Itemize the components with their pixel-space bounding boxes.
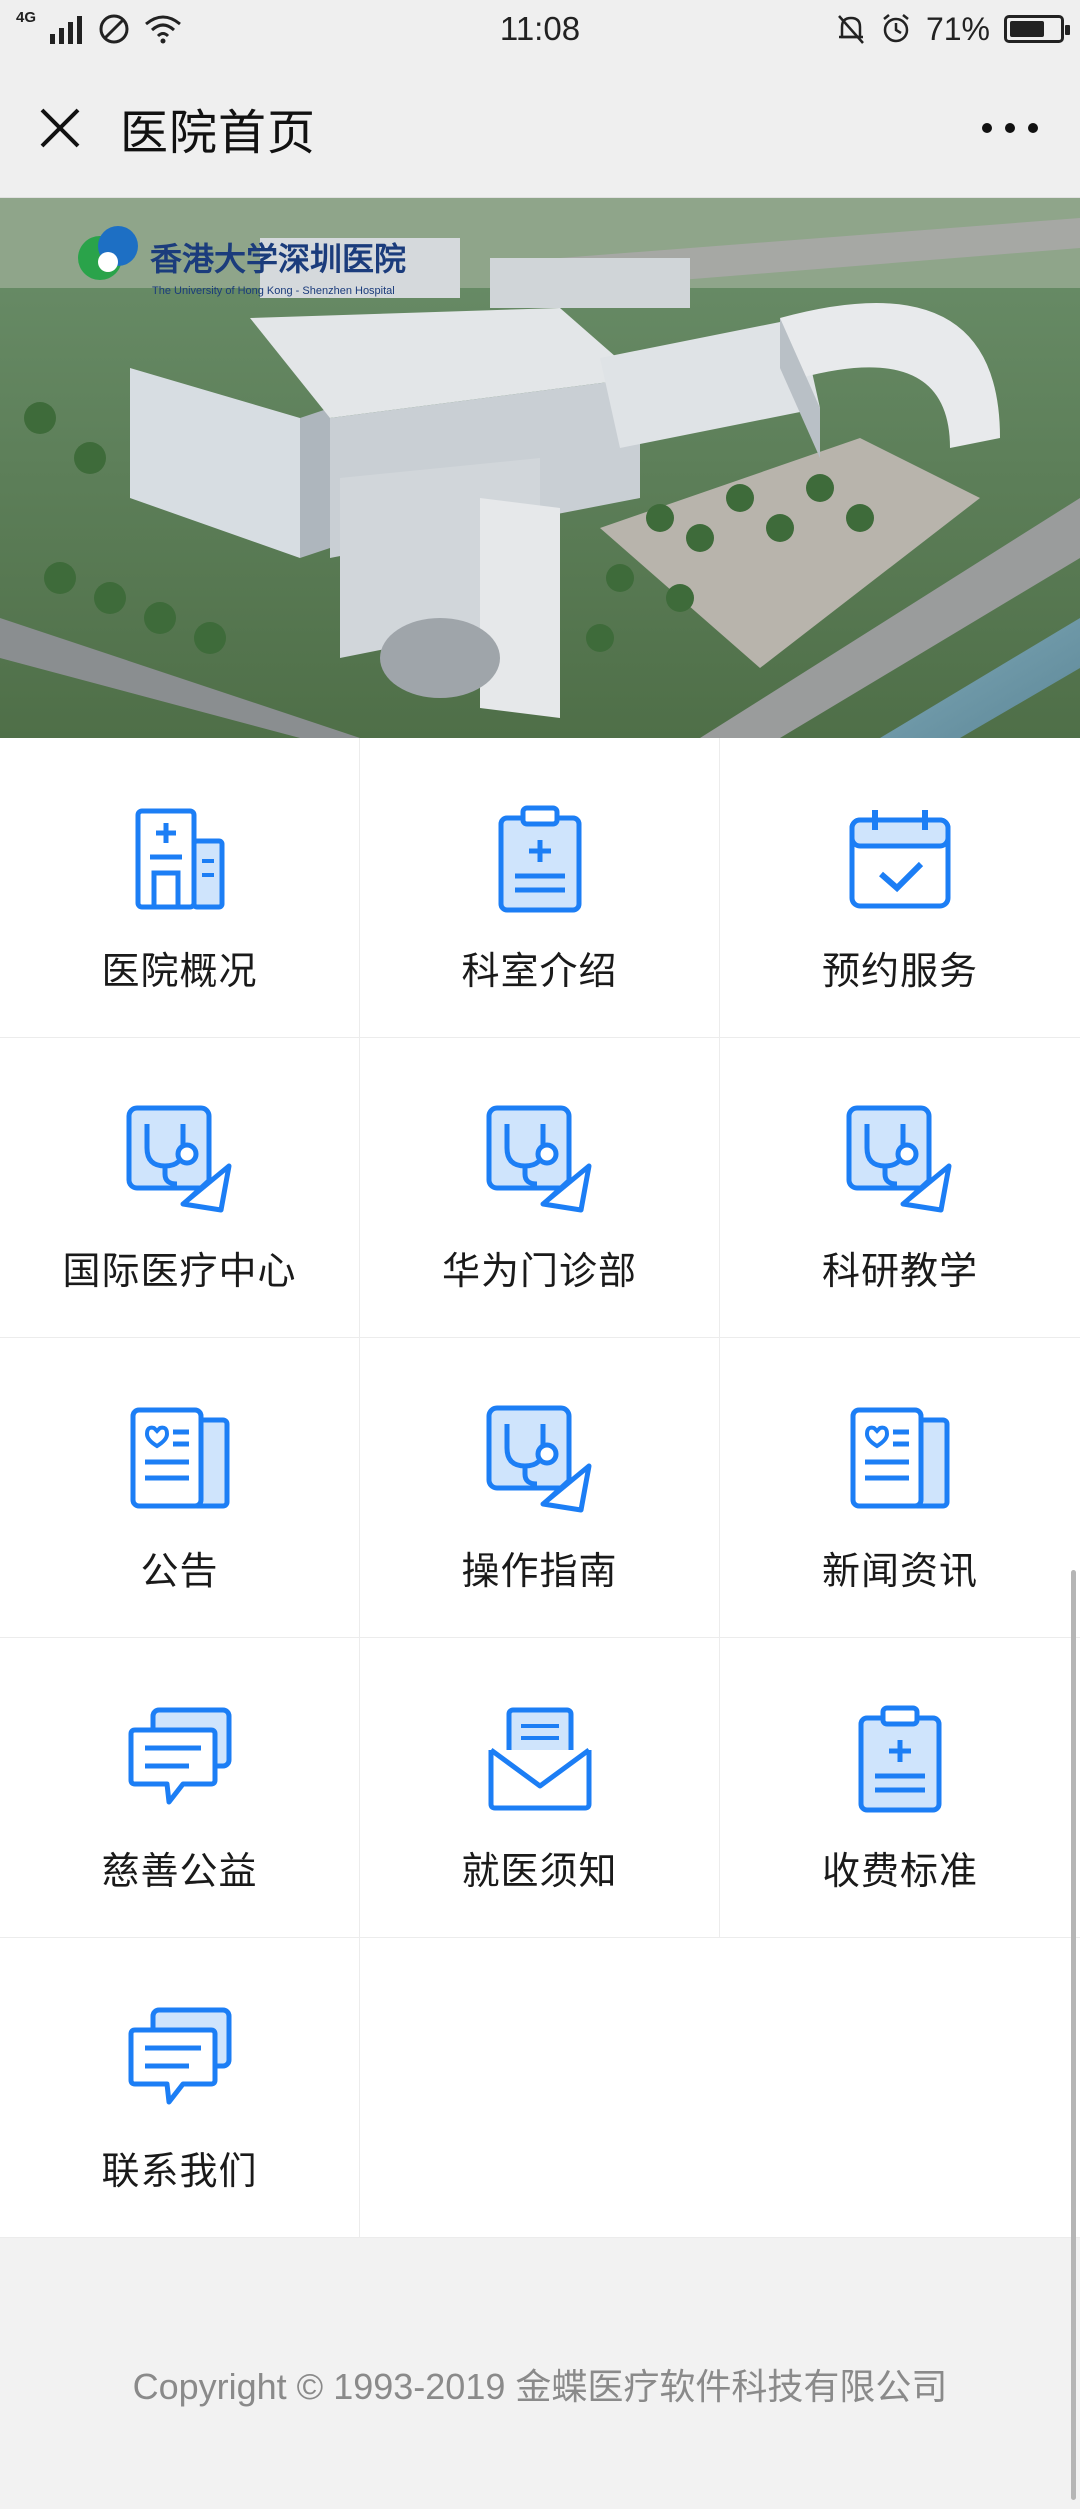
header: 医院首页 (0, 58, 1080, 198)
menu-item[interactable]: 慈善公益 (0, 1638, 360, 1938)
page-title: 医院首页 (120, 106, 317, 160)
menu-item[interactable]: 医院概况 (0, 738, 360, 1038)
stethoscope-icon (845, 1104, 955, 1214)
health-document-icon (125, 1404, 235, 1514)
menu-item-label: 操作指南 (461, 1551, 618, 1593)
hospital-aerial-image: 香港大学深圳医院 The University of Hong Kong - S… (0, 198, 1080, 738)
mute-bell-icon (838, 15, 864, 44)
more-button[interactable] (940, 58, 1080, 198)
scrollbar[interactable] (1071, 1570, 1076, 2500)
copyright-text: Copyright © 1993-2019 金蝶医疗软件科技有限公司 (132, 2366, 948, 2407)
status-time: 11:08 (499, 10, 581, 47)
wifi-icon (145, 15, 181, 44)
menu-item-label: 联系我们 (101, 2151, 258, 2193)
chat-bubble-icon (125, 1704, 235, 1814)
battery-fill (1010, 21, 1044, 37)
banner-hospital-name: 香港大学深圳医院 (150, 241, 406, 277)
menu-item-label: 预约服务 (821, 951, 978, 993)
menu-item[interactable]: 国际医疗中心 (0, 1038, 360, 1338)
battery-icon (1004, 15, 1070, 43)
menu-item-label: 收费标准 (821, 1851, 978, 1893)
menu-item[interactable]: 科研教学 (720, 1038, 1080, 1338)
menu-item-label: 就医须知 (461, 1851, 618, 1893)
grid-empty-area (360, 1938, 1080, 2238)
health-document-icon (845, 1404, 955, 1514)
hospital-building-icon (125, 804, 235, 914)
stethoscope-icon (485, 1104, 595, 1214)
menu-item[interactable]: 就医须知 (360, 1638, 720, 1938)
no-sim-icon (99, 14, 129, 44)
menu-item[interactable]: 科室介绍 (360, 738, 720, 1038)
menu-item-label: 医院概况 (101, 951, 258, 993)
menu-item[interactable]: 预约服务 (720, 738, 1080, 1038)
status-bar: 4G 11:08 71% (0, 0, 1080, 58)
close-button[interactable] (0, 58, 120, 198)
more-dots-icon (982, 122, 1038, 133)
menu-item[interactable]: 联系我们 (0, 1938, 360, 2238)
menu-item-label: 公告 (140, 1551, 219, 1593)
battery-percent: 71% (925, 10, 990, 47)
network-label: 4G (16, 8, 37, 26)
menu-item-label: 慈善公益 (101, 1851, 258, 1893)
clipboard-icon (485, 804, 595, 914)
signal-icon (50, 16, 83, 44)
menu-item[interactable]: 华为门诊部 (360, 1038, 720, 1338)
menu-grid: 医院概况 科室介绍 预约服务 国际医疗中心 华为门诊部 科研教学 公告 操作指南… (0, 738, 1080, 2238)
close-icon (40, 108, 80, 147)
menu-item[interactable]: 操作指南 (360, 1338, 720, 1638)
menu-item-label: 科研教学 (821, 1251, 978, 1293)
calendar-check-icon (845, 804, 955, 914)
menu-item[interactable]: 公告 (0, 1338, 360, 1638)
menu-item[interactable]: 收费标准 (720, 1638, 1080, 1938)
menu-item-label: 科室介绍 (461, 951, 618, 993)
hospital-banner[interactable]: 香港大学深圳医院 The University of Hong Kong - S… (0, 198, 1080, 738)
chat-bubble-icon (125, 2004, 235, 2114)
menu-item-label: 新闻资讯 (821, 1551, 978, 1593)
status-right: 71% (704, 10, 1070, 48)
stethoscope-icon (485, 1404, 595, 1514)
menu-item-label: 华为门诊部 (441, 1251, 637, 1293)
envelope-icon (485, 1704, 595, 1814)
menu-item-label: 国际医疗中心 (62, 1251, 297, 1293)
clipboard-icon (845, 1704, 955, 1814)
menu-item[interactable]: 新闻资讯 (720, 1338, 1080, 1638)
status-left: 4G (16, 9, 376, 45)
banner-hospital-name-en: The University of Hong Kong - Shenzhen H… (152, 285, 395, 297)
footer: Copyright © 1993-2019 金蝶医疗软件科技有限公司 (0, 2238, 1080, 2509)
alarm-clock-icon (883, 14, 909, 43)
stethoscope-icon (125, 1104, 235, 1214)
